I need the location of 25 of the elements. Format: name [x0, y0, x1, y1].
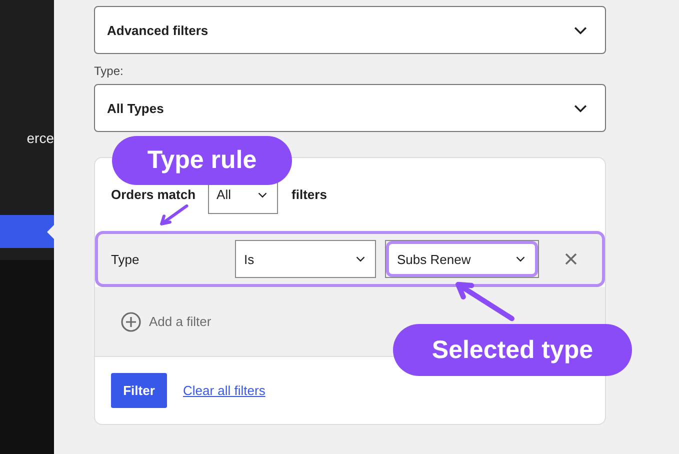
chevron-icon	[516, 256, 525, 262]
chevron-icon	[258, 192, 267, 198]
rule-field-label: Type	[111, 252, 140, 266]
match-suffix: filters	[292, 187, 327, 202]
add-filter-button[interactable]: Add a filter	[121, 312, 212, 332]
select-value: All Types	[107, 100, 164, 116]
chevron-icon	[356, 256, 365, 262]
select-value: Advanced filters	[107, 22, 208, 38]
sidebar-item[interactable]	[0, 215, 54, 248]
chevron-icon	[574, 104, 587, 112]
match-label: Orders match	[111, 187, 196, 202]
type-select[interactable]: All Types	[94, 84, 606, 132]
sidebar-item[interactable]: erce	[0, 130, 54, 154]
annotation-tooltip: Type rule	[112, 136, 292, 185]
close-icon[interactable]	[565, 253, 577, 265]
annotation-tooltip: Selected type	[393, 324, 632, 376]
plus-circle-icon	[121, 312, 141, 332]
clear-filters-link[interactable]: Clear all filters	[183, 383, 266, 398]
operator-select[interactable]: Is	[235, 240, 376, 278]
annotation-arrow-tooltip	[454, 280, 516, 322]
chevron-icon	[574, 26, 587, 34]
filter-button[interactable]: Filter	[111, 373, 167, 408]
value-select[interactable]: Subs Renew	[386, 241, 538, 277]
type-label: Type:	[94, 64, 124, 78]
advanced-filters-select[interactable]: Advanced filters	[94, 6, 606, 54]
